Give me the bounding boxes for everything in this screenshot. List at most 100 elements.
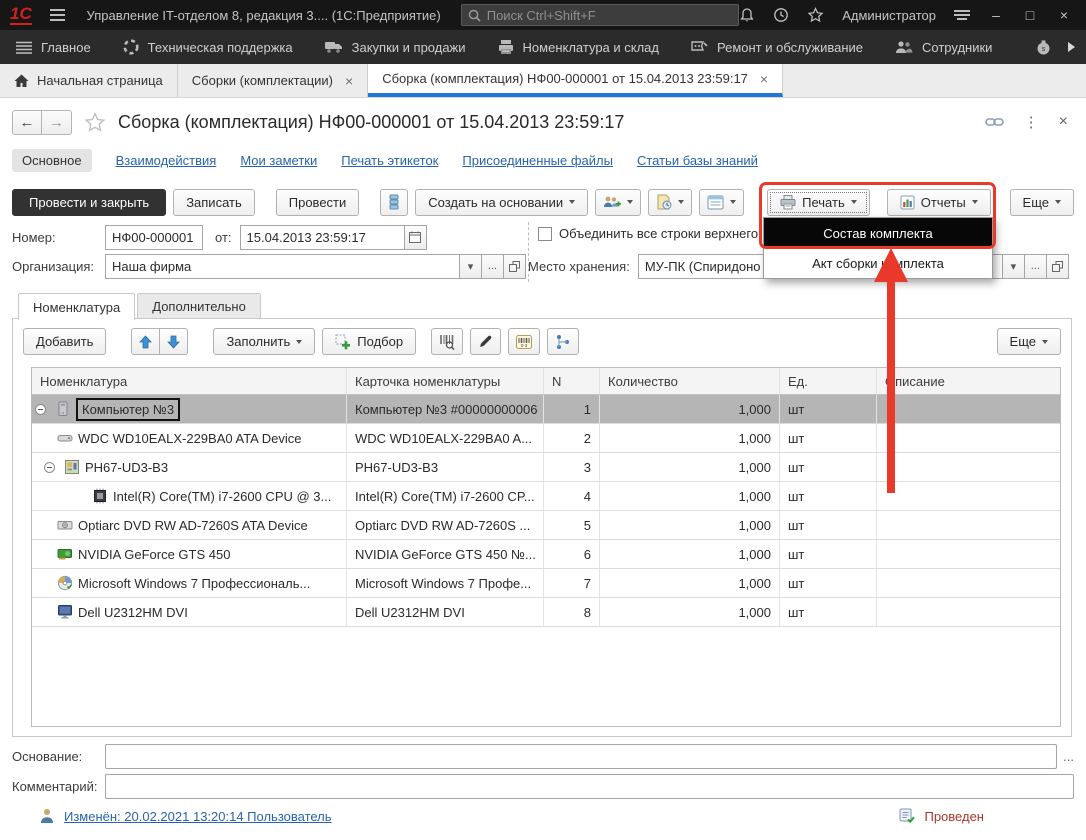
more-button[interactable]: Еще	[1010, 189, 1074, 216]
add-row-button[interactable]: Добавить	[23, 328, 106, 355]
table-row[interactable]: Компьютер №3 Компьютер №3 #00000000006 1…	[32, 395, 1060, 424]
col-header[interactable]: Описание	[877, 368, 1060, 394]
get-link-icon[interactable]	[985, 116, 1004, 128]
table-row[interactable]: WDC WD10EALX-229BA0 ATA Device WDC WD10E…	[32, 424, 1060, 453]
tab-assembly-document[interactable]: Сборка (комплектация) НФ00-000001 от 15.…	[368, 64, 783, 97]
forward-button[interactable]: →	[42, 110, 72, 135]
table-toolbar: Добавить Заполнить Подбор	[23, 328, 1061, 355]
cell-unit: шт	[780, 453, 877, 481]
nav-link-notes[interactable]: Мои заметки	[240, 153, 317, 168]
global-search-input[interactable]: Поиск Ctrl+Shift+F	[461, 4, 739, 26]
barcode-scan-button[interactable]	[431, 328, 463, 355]
back-button[interactable]: ←	[12, 110, 42, 135]
favorites-star-icon[interactable]	[807, 7, 824, 23]
document-schedule-button[interactable]	[648, 189, 692, 216]
reports-button[interactable]: Отчеты	[887, 189, 991, 216]
cell-n: 6	[544, 540, 600, 568]
barcode-button[interactable]: 0-3	[508, 328, 540, 355]
favorite-star-icon[interactable]	[84, 112, 106, 133]
pick-button[interactable]: Подбор	[322, 328, 416, 355]
table-row[interactable]: NVIDIA GeForce GTS 450 NVIDIA GeForce GT…	[32, 540, 1060, 569]
storage-open-icon[interactable]	[1047, 254, 1069, 279]
merge-rows-checkbox[interactable]	[538, 227, 552, 241]
modified-link[interactable]: Изменён: 20.02.2021 13:20:14 Пользовател…	[64, 809, 332, 824]
basis-ellipsis-button[interactable]: ...	[1063, 749, 1074, 764]
print-button[interactable]: Печать	[767, 189, 870, 216]
post-button[interactable]: Провести	[276, 189, 360, 216]
storage-dropdown-icon[interactable]: ▾	[1003, 254, 1025, 279]
col-header[interactable]: N	[544, 368, 600, 394]
organization-ellipsis-button[interactable]: ...	[482, 254, 504, 279]
table-row[interactable]: Microsoft Windows 7 Профессиональ... Mic…	[32, 569, 1060, 598]
menu-item-kit-contents[interactable]: Состав комплекта	[764, 218, 992, 248]
tab-close-icon[interactable]: ×	[760, 71, 768, 87]
move-up-button[interactable]	[131, 328, 160, 355]
nav-link-main[interactable]: Основное	[12, 149, 92, 172]
nav-link-labels[interactable]: Печать этикеток	[341, 153, 438, 168]
collapse-icon[interactable]	[44, 462, 55, 473]
menu-label: Главное	[41, 40, 91, 55]
tab-additional[interactable]: Дополнительно	[137, 293, 261, 319]
tab-assemblies-list[interactable]: Сборки (комплектации) ×	[178, 64, 368, 97]
app-menu-icon[interactable]	[50, 9, 65, 21]
save-button[interactable]: Записать	[173, 189, 255, 216]
menu-item-zakupki[interactable]: Закупки и продажи	[309, 30, 482, 64]
menu-item-remont[interactable]: Ремонт и обслуживание	[675, 30, 879, 64]
post-and-close-button[interactable]: Провести и закрыть	[12, 189, 166, 216]
salary-moneybag-icon[interactable]: s	[1036, 40, 1051, 55]
history-clock-icon[interactable]	[773, 7, 789, 23]
table-row[interactable]: PH67-UD3-B3 PH67-UD3-B3 3 1,000 шт	[32, 453, 1060, 482]
col-header[interactable]: Номенклатура	[32, 368, 347, 394]
nav-link-knowledge[interactable]: Статьи базы знаний	[637, 153, 758, 168]
tab-home[interactable]: Начальная страница	[0, 64, 178, 97]
col-header[interactable]: Карточка номенклатуры	[347, 368, 544, 394]
fill-button[interactable]: Заполнить	[213, 328, 315, 355]
menu-item-nomenklatura[interactable]: Номенклатура и склад	[482, 30, 675, 64]
merge-rows-checkbox-row[interactable]: Объединить все строки верхнего	[538, 226, 760, 241]
comment-field[interactable]	[105, 774, 1074, 799]
basis-field[interactable]	[105, 744, 1057, 769]
tab-nomenclature[interactable]: Номенклатура	[18, 293, 135, 320]
stylus-button[interactable]	[470, 328, 501, 355]
table-row[interactable]: Optiarc DVD RW AD-7260S ATA Device Optia…	[32, 511, 1060, 540]
table-row[interactable]: Dell U2312HM DVI Dell U2312HM DVI 8 1,00…	[32, 598, 1060, 627]
date-label: от:	[215, 230, 232, 245]
nav-link-interactions[interactable]: Взаимодействия	[116, 153, 217, 168]
storage-ellipsis-button[interactable]: ...	[1025, 254, 1047, 279]
menu-item-podderzhka[interactable]: Техническая поддержка	[107, 30, 309, 64]
close-window-icon[interactable]: ×	[1056, 7, 1072, 23]
planner-button[interactable]	[699, 189, 744, 216]
organization-open-icon[interactable]	[504, 254, 526, 279]
status-bar: Изменён: 20.02.2021 13:20:14 Пользовател…	[12, 808, 1074, 824]
organization-dropdown-icon[interactable]: ▾	[460, 254, 482, 279]
menu-item-sotrudniki[interactable]: Сотрудники	[879, 30, 1008, 64]
create-based-on-button[interactable]: Создать на основании	[415, 189, 588, 216]
nav-link-files[interactable]: Присоединенные файлы	[462, 153, 613, 168]
chevron-down-icon	[296, 340, 302, 344]
document-structure-button[interactable]	[380, 189, 408, 216]
table-more-button[interactable]: Еще	[997, 328, 1061, 355]
hierarchy-button[interactable]	[547, 328, 579, 355]
calendar-icon[interactable]	[405, 225, 427, 250]
minimize-icon[interactable]: –	[988, 7, 1004, 23]
tab-close-icon[interactable]: ×	[345, 73, 353, 89]
maximize-icon[interactable]: □	[1022, 7, 1038, 23]
user-menu-icon[interactable]	[954, 10, 970, 20]
organization-field[interactable]: Наша фирма	[105, 254, 460, 279]
date-field[interactable]: 15.04.2013 23:59:17	[240, 225, 405, 250]
cell-desc	[877, 453, 1060, 481]
menu-item-glavnoe[interactable]: Главное	[0, 30, 107, 64]
col-header[interactable]: Ед.	[780, 368, 877, 394]
menubar-overflow-arrow-icon[interactable]	[1067, 41, 1076, 53]
table-row[interactable]: Intel(R) Core(TM) i7-2600 CPU @ 3... Int…	[32, 482, 1060, 511]
close-form-icon[interactable]: ×	[1059, 113, 1068, 131]
collapse-icon[interactable]	[35, 404, 46, 415]
items-table[interactable]: Номенклатура Карточка номенклатуры N Кол…	[31, 367, 1061, 727]
more-actions-icon[interactable]: ⋮	[1024, 113, 1039, 131]
number-field[interactable]: НФ00-000001	[105, 225, 203, 250]
col-header[interactable]: Количество	[600, 368, 780, 394]
notifications-bell-icon[interactable]	[739, 7, 755, 23]
current-user-label[interactable]: Администратор	[842, 8, 936, 23]
contacts-add-button[interactable]	[595, 189, 641, 216]
move-down-button[interactable]	[160, 328, 188, 355]
